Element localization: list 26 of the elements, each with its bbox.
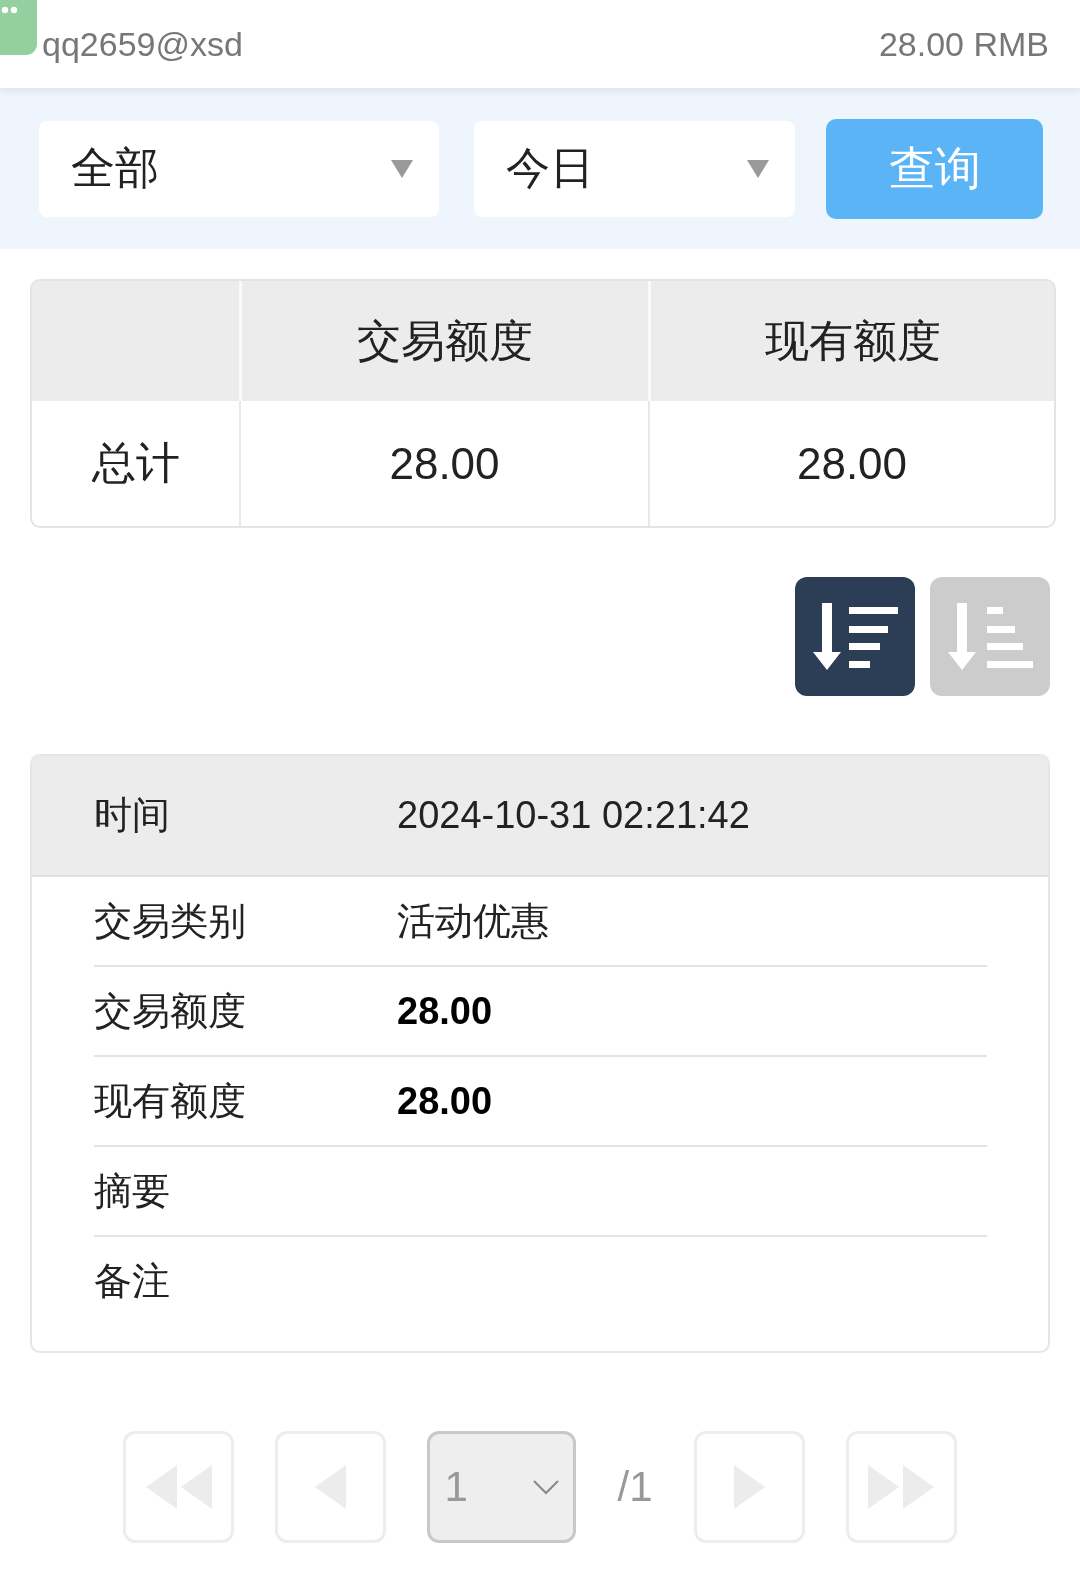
field-label: 时间 — [94, 793, 171, 838]
field-value: 2024-10-31 02:21:42 — [397, 794, 750, 837]
field-label: 交易类别 — [94, 898, 247, 944]
page-total-label: /1 — [617, 1463, 653, 1511]
table-header-cell: 交易额度 — [239, 281, 648, 401]
caret-down-icon — [747, 159, 769, 178]
sort-descending-icon — [812, 603, 898, 670]
sort-button[interactable] — [795, 577, 915, 696]
field-value: 28.00 — [397, 989, 493, 1033]
caret-down-icon — [391, 159, 414, 178]
field-value: 28.00 — [397, 1079, 493, 1123]
table-cell: 28.00 — [648, 401, 1054, 526]
username-label: qq2659@xsd — [42, 24, 243, 64]
balance-label: 28.00 RMB — [878, 24, 1049, 64]
table-header-cell: 现有额度 — [648, 281, 1054, 401]
chevron-down-icon — [533, 1479, 560, 1495]
sort-ascending-icon — [947, 603, 1033, 670]
field-label: 备注 — [94, 1258, 171, 1304]
field-label: 摘要 — [94, 1168, 171, 1214]
table-row-header: 总计 — [90, 437, 181, 489]
filter-dropdown[interactable]: 全部 — [39, 120, 440, 217]
table-cell: 28.00 — [239, 401, 648, 526]
field-label: 交易额度 — [94, 988, 247, 1034]
field-label: 现有额度 — [94, 1078, 247, 1124]
filter-dropdown[interactable]: 今日 — [474, 120, 795, 217]
field-value: 活动优惠 — [397, 898, 549, 944]
